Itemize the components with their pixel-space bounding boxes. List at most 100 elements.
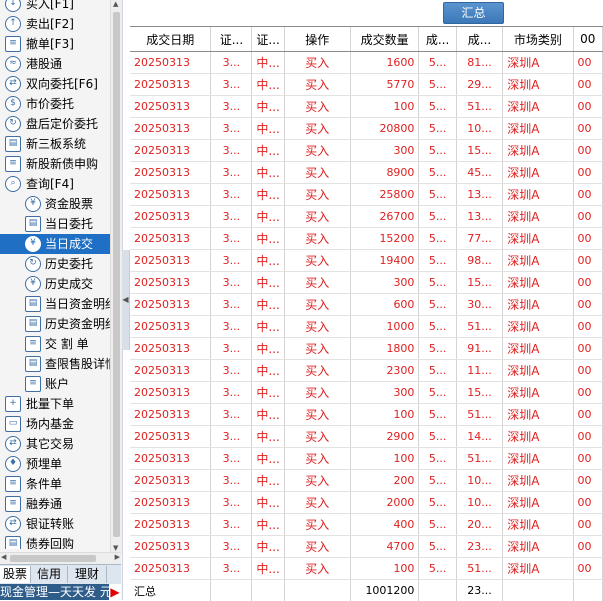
sidebar-item-search[interactable]: ⌕查询[F4]: [0, 174, 110, 194]
column-header[interactable]: 成交数量: [350, 27, 419, 52]
sidebar-item-restricted-shares[interactable]: ▤查限售股详情: [0, 354, 110, 374]
table-row[interactable]: 202503133...中...买入16005...81...深圳A00: [130, 52, 603, 74]
sidebar-item-batch-order[interactable]: +批量下单: [0, 394, 110, 414]
table-cell: 深圳A: [503, 360, 573, 382]
table-row[interactable]: 202503133...中...买入10005...51...深圳A00: [130, 316, 603, 338]
sidebar-item-two-way-order[interactable]: ⇄双向委托[F6]: [0, 74, 110, 94]
table-cell: 深圳A: [503, 404, 573, 426]
table-row[interactable]: 202503133...中...买入3005...15...深圳A00: [130, 382, 603, 404]
table-cell: 买入: [284, 74, 350, 96]
column-header[interactable]: 操作: [284, 27, 350, 52]
table-cell: 深圳A: [503, 140, 573, 162]
sidebar-item-neeq[interactable]: ▤新三板系统: [0, 134, 110, 154]
tab-wealth[interactable]: 理财: [68, 566, 107, 583]
sidebar-item-today-trades[interactable]: ¥当日成交: [0, 234, 110, 254]
tree-vertical-scrollbar[interactable]: ▲ ▼: [110, 0, 122, 552]
table-row[interactable]: 202503133...中...买入1005...51...深圳A00: [130, 96, 603, 118]
table-cell: 5...: [419, 250, 456, 272]
table-row[interactable]: 202503133...中...买入1005...51...深圳A00: [130, 558, 603, 580]
sidebar-item-preset-order[interactable]: ♦预埋单: [0, 454, 110, 474]
scroll-right-icon[interactable]: ▶: [115, 553, 120, 561]
sidebar-item-after-hours-order[interactable]: ↻盘后定价委托: [0, 114, 110, 134]
table-cell: 00: [573, 250, 602, 272]
table-row[interactable]: 202503133...中...买入6005...30...深圳A00: [130, 294, 603, 316]
sidebar-item-history-orders[interactable]: ↻历史委托: [0, 254, 110, 274]
sidebar-item-sell-arrow[interactable]: ↑卖出[F2]: [0, 14, 110, 34]
table-cell: 19400: [350, 250, 419, 272]
column-header[interactable]: 00: [573, 27, 602, 52]
table-row[interactable]: 202503133...中...买入2005...10...深圳A00: [130, 470, 603, 492]
table-cell: 3...: [211, 272, 252, 294]
sidebar-item-today-orders[interactable]: ▤当日委托: [0, 214, 110, 234]
after-hours-order-icon: ↻: [5, 116, 21, 132]
table-row[interactable]: 202503133...中...买入18005...91...深圳A00: [130, 338, 603, 360]
table-row[interactable]: 202503133...中...买入4005...20...深圳A00: [130, 514, 603, 536]
table-row[interactable]: 202503133...中...买入23005...11...深圳A00: [130, 360, 603, 382]
scroll-down-icon[interactable]: ▼: [113, 544, 118, 552]
table-cell: 3...: [211, 558, 252, 580]
scroll-left-icon[interactable]: ◀: [1, 553, 6, 561]
column-header[interactable]: 成交日期: [130, 27, 211, 52]
table-cell: 20...: [456, 514, 502, 536]
sidebar-item-funds-stocks[interactable]: ¥资金股票: [0, 194, 110, 214]
collapse-sidebar-handle[interactable]: ◀: [122, 250, 130, 350]
table-row[interactable]: 202503133...中...买入152005...77...深圳A00: [130, 228, 603, 250]
sidebar-item-bond-repo[interactable]: ▤债券回购: [0, 534, 110, 549]
total-cell: [211, 580, 252, 601]
table-row[interactable]: 202503133...中...买入208005...10...深圳A00: [130, 118, 603, 140]
column-header[interactable]: 证...: [211, 27, 252, 52]
sidebar-item-label: 查限售股详情: [45, 357, 110, 371]
sidebar-item-today-funds-detail[interactable]: ▤当日资金明细: [0, 294, 110, 314]
table-cell: 买入: [284, 52, 350, 74]
total-cell: [573, 580, 602, 601]
sidebar-item-cancel-order[interactable]: ≡撤单[F3]: [0, 34, 110, 54]
sidebar-item-history-funds-detail[interactable]: ▤历史资金明细: [0, 314, 110, 334]
column-header[interactable]: 成...: [456, 27, 502, 52]
sidebar-item-ipo-subscribe[interactable]: ≡新股新债申购: [0, 154, 110, 174]
table-cell: 00: [573, 316, 602, 338]
column-header[interactable]: 成...: [419, 27, 456, 52]
sidebar-item-settlement[interactable]: ≡交 割 单: [0, 334, 110, 354]
column-header[interactable]: 证...: [252, 27, 284, 52]
table-row[interactable]: 202503133...中...买入89005...45...深圳A00: [130, 162, 603, 184]
table-row[interactable]: 202503133...中...买入3005...15...深圳A00: [130, 272, 603, 294]
table-cell: 3...: [211, 338, 252, 360]
table-cell: 20250313: [130, 294, 211, 316]
sidebar-item-market-order[interactable]: $市价委托: [0, 94, 110, 114]
scrollbar-thumb[interactable]: [113, 12, 120, 537]
sidebar-item-account[interactable]: ≡账户: [0, 374, 110, 394]
ticker-arrow-icon[interactable]: ▶: [109, 584, 121, 600]
table-cell: 15200: [350, 228, 419, 250]
table-row[interactable]: 202503133...中...买入194005...98...深圳A00: [130, 250, 603, 272]
table-row[interactable]: 202503133...中...买入47005...23...深圳A00: [130, 536, 603, 558]
table-row[interactable]: 202503133...中...买入57705...29...深圳A00: [130, 74, 603, 96]
column-header[interactable]: 市场类别: [503, 27, 573, 52]
table-row[interactable]: 202503133...中...买入29005...14...深圳A00: [130, 426, 603, 448]
table-cell: 3...: [211, 52, 252, 74]
tab-credit[interactable]: 信用: [31, 566, 68, 583]
sidebar-item-securities-lending[interactable]: ≡融券通: [0, 494, 110, 514]
scrollbar-thumb[interactable]: [10, 555, 96, 562]
table-row[interactable]: 202503133...中...买入20005...10...深圳A00: [130, 492, 603, 514]
sidebar-item-other-trade[interactable]: ⇄其它交易: [0, 434, 110, 454]
product-ticker[interactable]: 现金管理—天天发 元 ▶: [0, 584, 121, 600]
sidebar-item-history-trades[interactable]: ¥历史成交: [0, 274, 110, 294]
sidebar-item-conditional-order[interactable]: ≡条件单: [0, 474, 110, 494]
tab-stocks[interactable]: 股票: [0, 566, 31, 583]
sidebar-item-bank-transfer[interactable]: ⇄银证转账: [0, 514, 110, 534]
sidebar-item-buy-arrow[interactable]: ↓买入[F1]: [0, 0, 110, 14]
summary-button[interactable]: 汇总: [443, 2, 504, 24]
table-row[interactable]: 202503133...中...买入267005...13...深圳A00: [130, 206, 603, 228]
tree-horizontal-scrollbar[interactable]: ◀ ▶: [0, 552, 121, 564]
table-cell: 买入: [284, 448, 350, 470]
sidebar-item-hk-connect[interactable]: ≈港股通: [0, 54, 110, 74]
table-row[interactable]: 202503133...中...买入1005...51...深圳A00: [130, 404, 603, 426]
scroll-up-icon[interactable]: ▲: [113, 0, 118, 8]
table-cell: 3...: [211, 294, 252, 316]
sidebar-item-exchange-fund[interactable]: ▭场内基金: [0, 414, 110, 434]
table-cell: 20250313: [130, 250, 211, 272]
table-row[interactable]: 202503133...中...买入3005...15...深圳A00: [130, 140, 603, 162]
table-cell: 买入: [284, 514, 350, 536]
table-row[interactable]: 202503133...中...买入258005...13...深圳A00: [130, 184, 603, 206]
table-row[interactable]: 202503133...中...买入1005...51...深圳A00: [130, 448, 603, 470]
